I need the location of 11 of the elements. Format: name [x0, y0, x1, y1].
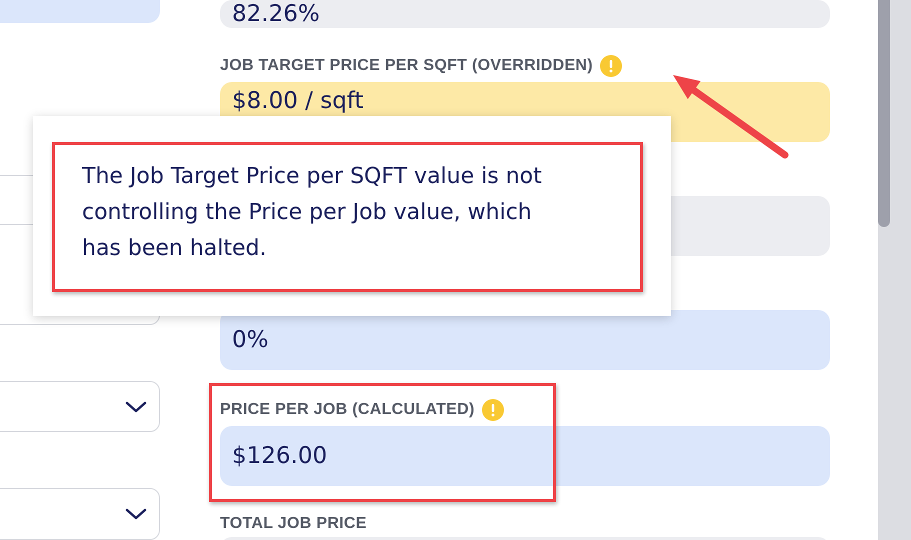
field-label: PRICE PER JOB (CALCULATED): [220, 401, 475, 419]
field-label: JOB TARGET PRICE PER SQFT (OVERRIDDEN): [220, 57, 593, 75]
input-field[interactable]: 82.26%: [220, 0, 830, 28]
field-label: TOTAL JOB PRICE: [220, 515, 367, 533]
field-value: $126.00: [232, 443, 328, 469]
field-value: 82.26%: [232, 1, 320, 27]
tooltip-text: The Job Target Price per SQFT value is not controlling the Price per Job value, which has been halted.: [82, 163, 543, 263]
input-field[interactable]: $126.00: [220, 426, 830, 486]
input-field[interactable]: 0%: [220, 310, 830, 370]
field-value: $8.00 / sqft: [232, 88, 364, 114]
field-value: 0%: [232, 327, 268, 353]
